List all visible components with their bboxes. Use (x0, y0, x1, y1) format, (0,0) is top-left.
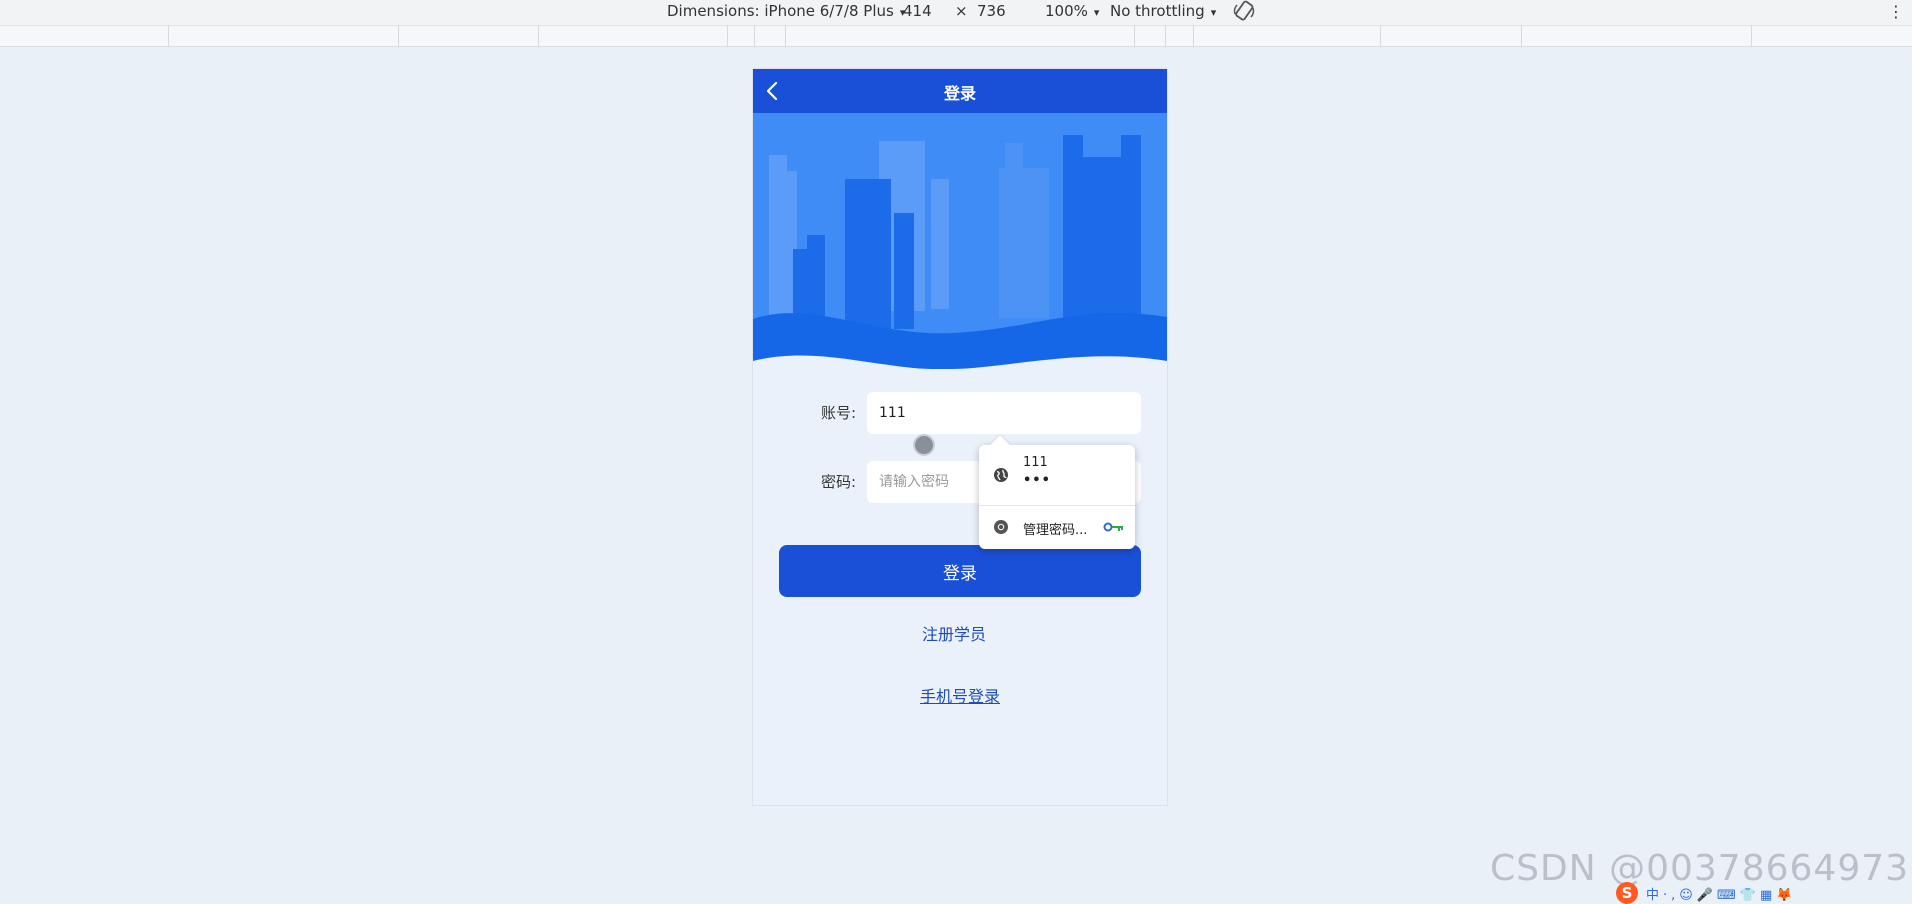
width-input[interactable]: 414 (903, 2, 932, 20)
account-input[interactable] (867, 392, 1141, 434)
login-button[interactable]: 登录 (779, 545, 1141, 597)
rotate-device-icon[interactable] (1232, 0, 1256, 22)
manage-passwords-label: 管理密码... (1023, 523, 1088, 538)
page-title: 登录 (943, 84, 976, 103)
zoom-select[interactable]: 100% ▾ (1045, 2, 1099, 20)
chevron-down-icon: ▾ (1093, 6, 1100, 19)
city-skyline-banner (753, 113, 1167, 369)
zoom-select-label: 100% (1045, 2, 1088, 20)
ime-toolbar: S 中·,☺🎤⌨👕▦🦊 (1612, 882, 1838, 904)
height-input[interactable]: 736 (977, 2, 1006, 20)
sogou-logo-icon[interactable]: S (1616, 882, 1638, 904)
manage-passwords-item[interactable]: 管理密码... (979, 506, 1135, 549)
nav-bar: 登录 (753, 69, 1167, 113)
chrome-icon (994, 520, 1008, 534)
saved-credential-item[interactable]: 111 ••• (979, 445, 1135, 505)
throttling-select-label: No throttling (1110, 2, 1205, 20)
register-link[interactable]: 注册学员 (753, 621, 1155, 645)
account-label: 账号: (821, 404, 857, 422)
device-select-label: Dimensions: iPhone 6/7/8 Plus (667, 2, 894, 20)
devtools-device-toolbar: Dimensions: iPhone 6/7/8 Plus ▾ 414 × 736… (0, 0, 1912, 26)
more-options-icon[interactable]: ⋮ (1888, 2, 1904, 21)
media-query-ruler (0, 26, 1912, 47)
phone-login-link[interactable]: 手机号登录 (753, 683, 1167, 707)
ime-toolbar-items[interactable]: 中·,☺🎤⌨👕▦🦊 (1646, 884, 1796, 903)
password-label: 密码: (821, 473, 857, 491)
chevron-down-icon: ▾ (1210, 6, 1217, 19)
device-select[interactable]: Dimensions: iPhone 6/7/8 Plus ▾ (667, 2, 905, 20)
autofill-username: 111 (1023, 455, 1048, 470)
throttling-select[interactable]: No throttling ▾ (1110, 2, 1216, 20)
key-icon (1103, 522, 1123, 532)
phone-viewport: 登录 账号: 密码: (753, 69, 1167, 805)
globe-icon (994, 468, 1008, 482)
password-autofill-popup: 111 ••• 管理密码... (979, 445, 1135, 549)
touch-cursor-indicator (913, 434, 935, 456)
times-icon: × (955, 2, 968, 20)
autofill-password-mask: ••• (1023, 473, 1051, 488)
